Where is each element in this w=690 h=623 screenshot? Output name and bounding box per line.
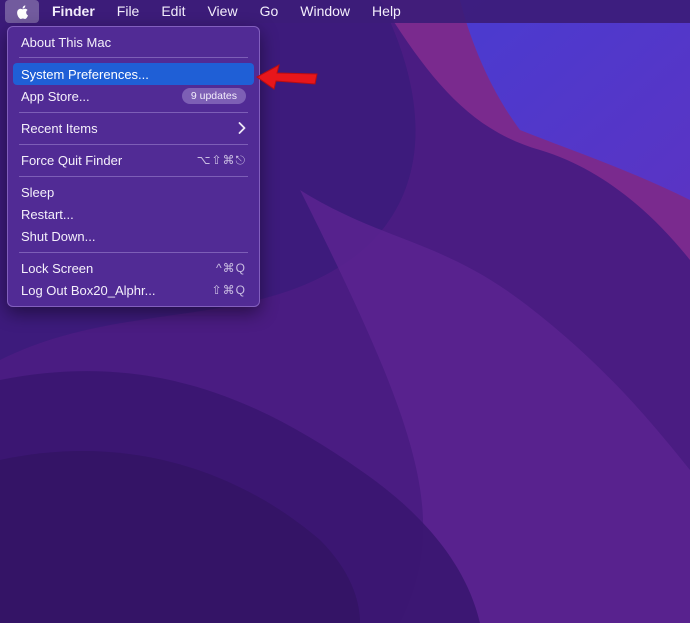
menubar-finder[interactable]: Finder	[39, 0, 106, 23]
force-quit-shortcut: ⌥⇧⌘⎋	[196, 152, 246, 167]
chevron-right-icon	[238, 122, 246, 134]
menu-item-system-preferences[interactable]: System Preferences...	[13, 63, 254, 85]
menu-item-label: Lock Screen	[21, 260, 94, 276]
menubar-edit[interactable]: Edit	[150, 0, 196, 23]
log-out-shortcut: ⇧⌘Q	[211, 283, 246, 297]
updates-badge: 9 updates	[181, 88, 246, 104]
menubar-window[interactable]: Window	[289, 0, 361, 23]
menu-item-recent-items[interactable]: Recent Items	[13, 117, 254, 139]
menu-item-label: Shut Down...	[21, 228, 96, 244]
menu-item-label: Log Out Box20_Alphr...	[21, 282, 156, 298]
apple-menu-button[interactable]	[5, 0, 39, 23]
red-arrow-icon	[256, 64, 318, 90]
menu-item-log-out[interactable]: Log Out Box20_Alphr... ⇧⌘Q	[13, 279, 254, 301]
menu-separator	[19, 252, 248, 253]
menu-separator	[19, 176, 248, 177]
menu-separator	[19, 57, 248, 58]
menu-item-label: Restart...	[21, 206, 74, 222]
menu-bar: Finder File Edit View Go Window Help	[0, 0, 690, 23]
menu-item-lock-screen[interactable]: Lock Screen ^⌘Q	[13, 257, 254, 279]
menubar-go[interactable]: Go	[249, 0, 290, 23]
lock-screen-shortcut: ^⌘Q	[216, 261, 246, 275]
menu-item-label: Sleep	[21, 184, 55, 200]
menu-item-restart[interactable]: Restart...	[13, 203, 254, 225]
menu-item-shut-down[interactable]: Shut Down...	[13, 225, 254, 247]
apple-menu-dropdown: About This Mac System Preferences... App…	[7, 26, 260, 307]
menu-item-about-this-mac[interactable]: About This Mac	[13, 31, 254, 53]
apple-logo-icon	[17, 4, 28, 19]
menu-separator	[19, 144, 248, 145]
menubar-help[interactable]: Help	[361, 0, 412, 23]
menu-item-label: Recent Items	[21, 120, 98, 136]
menu-item-force-quit[interactable]: Force Quit Finder ⌥⇧⌘⎋	[13, 149, 254, 171]
menubar-view[interactable]: View	[196, 0, 248, 23]
menu-item-label: System Preferences...	[21, 66, 149, 82]
menu-item-label: About This Mac	[21, 34, 112, 50]
menu-item-sleep[interactable]: Sleep	[13, 181, 254, 203]
menu-item-label: App Store...	[21, 88, 90, 104]
menu-separator	[19, 112, 248, 113]
menubar-file[interactable]: File	[106, 0, 151, 23]
menu-item-app-store[interactable]: App Store... 9 updates	[13, 85, 254, 107]
menu-item-label: Force Quit Finder	[21, 152, 123, 168]
